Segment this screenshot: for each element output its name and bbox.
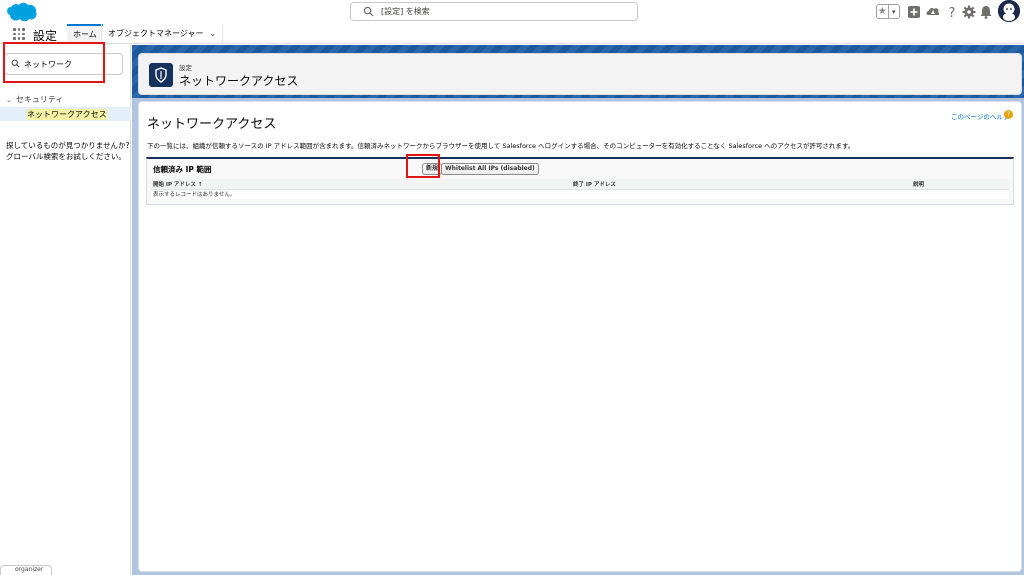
- annotation-highlight-box: [406, 154, 440, 178]
- app-launcher-waffle-icon[interactable]: [13, 28, 25, 40]
- table-row: 表示するレコードはありません。: [151, 189, 1009, 199]
- global-search-input[interactable]: [設定] を検索: [350, 2, 638, 21]
- setup-sidebar: ネットワーク ⌄ セキュリティ ネットワークアクセス 探しているものが見つかりませ…: [0, 45, 131, 575]
- help-for-this-page-link[interactable]: このページのヘルプ: [951, 111, 1009, 121]
- sidebar-help-text: 探しているものが見つかりませんか? グローバル検索をお試しください。: [6, 140, 131, 162]
- column-header-start-ip[interactable]: 開始 IP アドレス ↑: [151, 179, 571, 190]
- page-header: 設定 ネットワークアクセス: [138, 53, 1022, 95]
- breadcrumb[interactable]: 設定: [179, 62, 192, 72]
- user-avatar[interactable]: [998, 0, 1020, 22]
- setup-gear-icon[interactable]: [961, 4, 977, 20]
- tab-home[interactable]: ホーム: [67, 24, 103, 43]
- trailhead-guidance-icon[interactable]: [925, 4, 941, 20]
- chevron-down-icon[interactable]: ⌄: [209, 29, 216, 38]
- tree-node-security[interactable]: ⌄ セキュリティ: [6, 94, 63, 105]
- app-navigation-bar: 設定 ホーム オブジェクトマネージャー ⌄: [0, 24, 1024, 44]
- empty-message: 表示するレコードはありません。: [153, 192, 236, 199]
- salesforce-logo-icon[interactable]: [6, 2, 38, 22]
- trusted-ip-ranges-section: 信頼済み IP 範囲 新規 Whitelist All IPs (disable…: [146, 157, 1014, 205]
- tab-object-manager[interactable]: オブジェクトマネージャー ⌄: [101, 24, 224, 43]
- table-header-row: 開始 IP アドレス ↑ 終了 IP アドレス 説明: [151, 179, 1009, 190]
- tab-object-manager-label: オブジェクトマネージャー: [108, 29, 204, 38]
- organizer-label: organizer: [15, 566, 44, 573]
- organizer-tab[interactable]: organizer: [0, 565, 52, 575]
- svg-text:?: ?: [949, 6, 956, 20]
- section-title: 信頼済み IP 範囲: [153, 165, 212, 174]
- favorites-menu-chevron-icon[interactable]: ▾: [887, 5, 900, 18]
- sidebar-help-line-1: 探しているものが見つかりませんか?: [6, 141, 130, 150]
- help-question-icon[interactable]: ?: [1004, 110, 1013, 119]
- annotation-highlight-box: [3, 42, 105, 83]
- chevron-down-icon[interactable]: ⌄: [6, 96, 12, 104]
- trusted-ip-table: 開始 IP アドレス ↑ 終了 IP アドレス 説明 表示するレコードはありませ…: [151, 179, 1009, 199]
- search-icon: [363, 6, 374, 17]
- sidebar-help-line-2: グローバル検索をお試しください。: [6, 152, 126, 161]
- whitelist-all-ips-button[interactable]: Whitelist All IPs (disabled): [441, 163, 539, 175]
- tree-item-network-access-label: ネットワークアクセス: [27, 109, 107, 120]
- tree-item-network-access[interactable]: ネットワークアクセス: [0, 107, 131, 121]
- global-actions-plus-icon[interactable]: [906, 4, 922, 20]
- content-panel: ネットワークアクセス このページのヘルプ ? 下の一覧には、組織が信頼するソース…: [138, 101, 1022, 572]
- shield-icon: [149, 63, 173, 87]
- tab-home-label: ホーム: [73, 30, 97, 39]
- user-astro-icon: [998, 0, 1020, 22]
- notifications-bell-icon[interactable]: [978, 4, 994, 20]
- search-placeholder: [設定] を検索: [381, 7, 430, 16]
- favorites-button-group[interactable]: ★ ▾: [876, 4, 900, 19]
- column-header-description: 説明: [911, 179, 1009, 190]
- column-header-end-ip: 終了 IP アドレス: [571, 179, 911, 190]
- page-title: ネットワークアクセス: [179, 74, 299, 88]
- star-icon[interactable]: ★: [877, 5, 888, 18]
- tree-node-security-label: セキュリティ: [15, 95, 64, 104]
- global-header: [設定] を検索 ★ ▾ ?: [0, 0, 1024, 24]
- content-title: ネットワークアクセス: [147, 117, 277, 132]
- help-question-icon[interactable]: ?: [944, 4, 960, 20]
- page-description: 下の一覧には、組織が信頼するソースの IP アドレス範囲が含まれます。信頼済みネ…: [147, 142, 855, 150]
